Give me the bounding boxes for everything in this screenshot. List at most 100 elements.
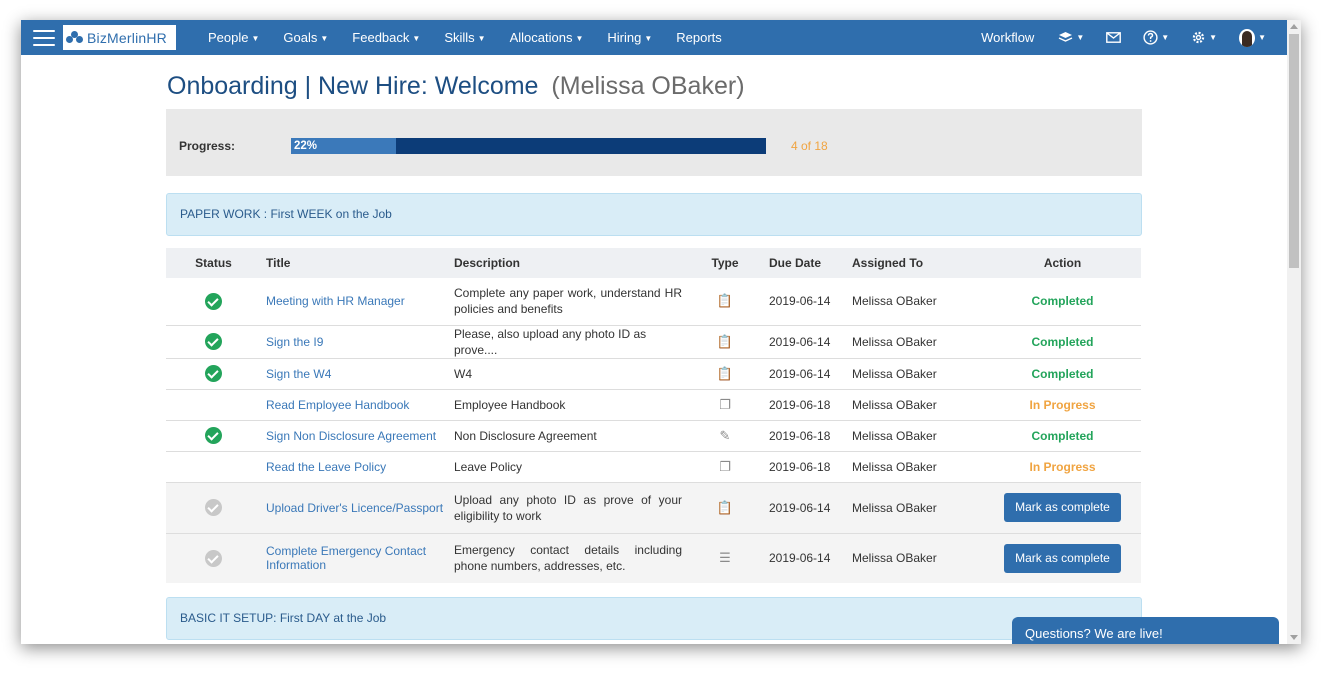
- table-row: Read Employee Handbook Employee Handbook ❐…: [166, 388, 1141, 420]
- due-date-cell: 2019-06-18: [744, 419, 839, 451]
- document-copy-icon: ❐: [719, 458, 731, 474]
- task-title-link[interactable]: Meeting with HR Manager: [266, 294, 405, 308]
- title-cell: Read Employee Handbook: [261, 388, 449, 420]
- nav-feedback-label: Feedback: [352, 30, 410, 45]
- type-cell: 📋: [706, 481, 744, 533]
- table-row: Complete Emergency Contact Information Em…: [166, 532, 1141, 583]
- due-date-cell: 2019-06-14: [769, 294, 831, 309]
- status-completed: Completed: [1031, 294, 1094, 309]
- description-cell: Please, also upload any photo ID as prov…: [449, 324, 706, 358]
- header-action[interactable]: Action: [984, 248, 1141, 278]
- header-description[interactable]: Description: [449, 248, 706, 278]
- header-due-date[interactable]: Due Date: [744, 248, 839, 278]
- due-date-cell: 2019-06-18: [744, 388, 839, 420]
- avatar: [1239, 28, 1256, 47]
- hamburger-menu-icon[interactable]: [33, 29, 55, 46]
- type-cell: ❐: [706, 450, 744, 482]
- settings-icon[interactable]: ▼: [1180, 30, 1228, 45]
- check-circle-icon: [205, 333, 222, 350]
- description-cell: W4: [449, 357, 706, 389]
- scroll-up-icon[interactable]: [1290, 24, 1298, 29]
- top-navbar: BizMerlinHR People ▼ Goals ▼ Feedback ▼ Ski…: [21, 20, 1287, 55]
- task-title-link[interactable]: Read Employee Handbook: [266, 398, 409, 412]
- title-cell: Meeting with HR Manager: [261, 278, 449, 325]
- chevron-down-icon: ▼: [575, 34, 584, 43]
- check-circle-icon[interactable]: [205, 549, 222, 567]
- mark-complete-button[interactable]: Mark as complete: [1004, 543, 1121, 573]
- due-date-cell: 2019-06-14: [744, 532, 839, 583]
- section-header-paperwork[interactable]: PAPER WORK : First WEEK on the Job: [166, 193, 1142, 236]
- nav-people[interactable]: People ▼: [196, 30, 271, 45]
- app-logo[interactable]: BizMerlinHR: [63, 25, 176, 50]
- clipboard-list-icon: 📋: [716, 333, 734, 349]
- chevron-down-icon: ▼: [644, 34, 653, 43]
- section-header-it-setup[interactable]: BASIC IT SETUP: First DAY at the Job: [166, 597, 1142, 640]
- help-icon[interactable]: ▼: [1132, 30, 1180, 45]
- vertical-scrollbar[interactable]: [1287, 20, 1301, 644]
- nav-workflow[interactable]: Workflow: [968, 30, 1047, 45]
- mark-complete-button[interactable]: Mark as complete: [1004, 493, 1121, 522]
- check-circle-icon: [205, 365, 222, 382]
- nav-hiring[interactable]: Hiring ▼: [595, 30, 664, 45]
- status-cell: [166, 388, 261, 420]
- due-date-cell: 2019-06-14: [744, 357, 839, 389]
- assigned-to-cell: Melissa OBaker: [839, 388, 984, 420]
- chevron-down-icon: ▼: [412, 34, 421, 43]
- nav-skills[interactable]: Skills ▼: [432, 30, 497, 45]
- task-description: Non Disclosure Agreement: [454, 428, 597, 443]
- table-row: Sign the I9 Please, also upload any photo…: [166, 324, 1141, 358]
- action-cell: Completed: [984, 324, 1141, 358]
- action-cell: Completed: [984, 278, 1141, 325]
- title-cell: Complete Emergency Contact Information: [261, 532, 449, 583]
- clipboard-check-icon: 📋: [716, 293, 734, 309]
- action-cell: Completed: [984, 419, 1141, 451]
- logo-text: BizMerlinHR: [87, 29, 167, 46]
- description-cell: Leave Policy: [449, 450, 706, 482]
- user-avatar[interactable]: ▼: [1228, 28, 1277, 47]
- task-title-link[interactable]: Read the Leave Policy: [266, 460, 386, 474]
- section-name: First WEEK on the Job: [270, 207, 392, 221]
- assigned-to-cell: Melissa OBaker: [839, 532, 984, 583]
- header-type[interactable]: Type: [706, 248, 744, 278]
- nav-reports[interactable]: Reports: [664, 30, 734, 45]
- status-cell: [166, 357, 261, 389]
- table-row: Sign the W4 W4 📋 2019-06-14 Melissa OBaker Co…: [166, 357, 1141, 389]
- task-title-link[interactable]: Sign Non Disclosure Agreement: [266, 429, 436, 443]
- type-cell: ☰: [706, 532, 744, 583]
- edit-icon: ✎: [719, 427, 731, 443]
- status-in-progress: In Progress: [1029, 397, 1096, 412]
- title-cell: Sign Non Disclosure Agreement: [261, 419, 449, 451]
- task-title-link[interactable]: Complete Emergency Contact Information: [266, 544, 426, 572]
- live-chat-button[interactable]: Questions? We are live!: [1012, 617, 1279, 644]
- chevron-down-icon: ▼: [1076, 33, 1085, 42]
- type-cell: ❐: [706, 388, 744, 420]
- mail-icon[interactable]: [1095, 32, 1132, 43]
- nav-allocations[interactable]: Allocations ▼: [498, 30, 596, 45]
- task-title-link[interactable]: Sign the I9: [266, 335, 323, 349]
- check-circle-icon[interactable]: [205, 499, 222, 516]
- task-title-link[interactable]: Sign the W4: [266, 367, 331, 381]
- title-cell: Upload Driver's Licence/Passport: [261, 481, 449, 533]
- list-icon: ☰: [719, 550, 731, 566]
- nav-goals[interactable]: Goals ▼: [271, 30, 340, 45]
- header-assigned-to[interactable]: Assigned To: [839, 248, 984, 278]
- task-title-link[interactable]: Upload Driver's Licence/Passport: [266, 501, 443, 515]
- header-status[interactable]: Status: [166, 248, 261, 278]
- chevron-down-icon: ▼: [251, 34, 260, 43]
- status-cell: [166, 324, 261, 358]
- chevron-down-icon: ▼: [1161, 33, 1170, 42]
- description-cell: Non Disclosure Agreement: [449, 419, 706, 451]
- progress-panel: Progress: 22% 4 of 18: [166, 109, 1142, 176]
- scroll-down-icon[interactable]: [1290, 635, 1298, 640]
- nav-feedback[interactable]: Feedback ▼: [340, 30, 432, 45]
- layers-icon[interactable]: ▼: [1047, 31, 1095, 44]
- title-cell: Sign the I9: [261, 324, 449, 358]
- progress-count: 4 of 18: [791, 139, 828, 153]
- page-title-text: Onboarding | New Hire: Welcome: [167, 72, 539, 100]
- check-circle-icon: [205, 427, 222, 444]
- document-copy-icon: ❐: [719, 396, 731, 412]
- chevron-down-icon: ▼: [1209, 33, 1218, 42]
- header-title[interactable]: Title: [261, 248, 449, 278]
- status-cell: [166, 450, 261, 482]
- scrollbar-thumb[interactable]: [1289, 34, 1299, 268]
